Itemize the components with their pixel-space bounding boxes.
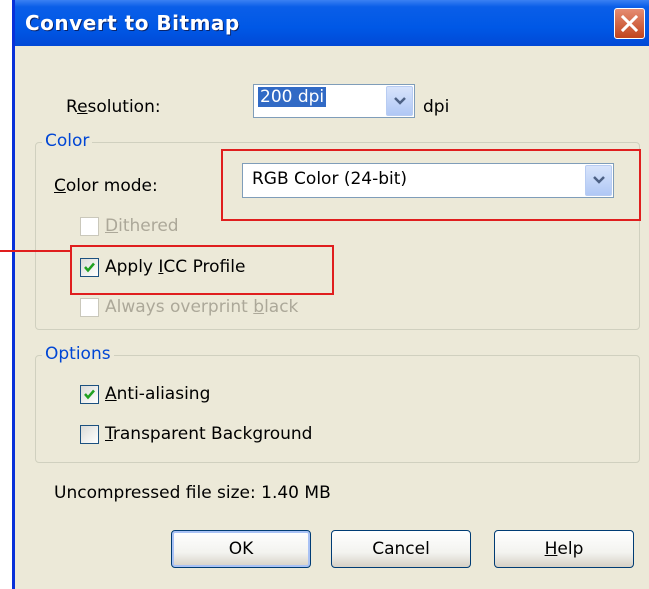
resolution-dropdown-button[interactable] (386, 86, 413, 116)
close-icon (620, 14, 639, 33)
overprint-black-checkbox[interactable] (80, 298, 99, 317)
overprint-black-label: Always overprint black (105, 297, 299, 317)
resolution-unit: dpi (423, 97, 450, 117)
resolution-combobox[interactable]: 200 dpi (253, 84, 415, 118)
ok-button[interactable]: OK (171, 530, 311, 568)
anti-aliasing-label: Anti-aliasing (105, 384, 211, 404)
color-group-legend: Color (42, 131, 93, 151)
color-mode-label: Color mode: (54, 176, 158, 196)
dithered-checkbox[interactable] (80, 217, 99, 236)
transparent-background-label: Transparent Background (105, 424, 313, 444)
resolution-label: Resolution: (66, 97, 161, 117)
annotation-box-apply-icc (70, 245, 334, 295)
annotation-line (0, 250, 72, 252)
transparent-background-checkbox[interactable] (80, 425, 99, 444)
chevron-down-icon (394, 97, 406, 105)
annotation-box-color-mode (221, 149, 641, 221)
resolution-value[interactable]: 200 dpi (258, 87, 327, 107)
title-bar[interactable]: Convert to Bitmap (15, 0, 649, 46)
file-size-text: Uncompressed file size: 1.40 MB (54, 483, 331, 503)
options-group-legend: Options (42, 344, 114, 364)
dithered-label: Dithered (105, 216, 179, 236)
close-button[interactable] (614, 8, 645, 39)
dialog-title: Convert to Bitmap (25, 11, 240, 35)
anti-aliasing-checkbox[interactable] (80, 385, 99, 404)
checkmark-icon (84, 389, 95, 400)
options-group (35, 355, 640, 463)
cancel-button[interactable]: Cancel (331, 530, 471, 568)
help-button[interactable]: Help (494, 530, 634, 568)
